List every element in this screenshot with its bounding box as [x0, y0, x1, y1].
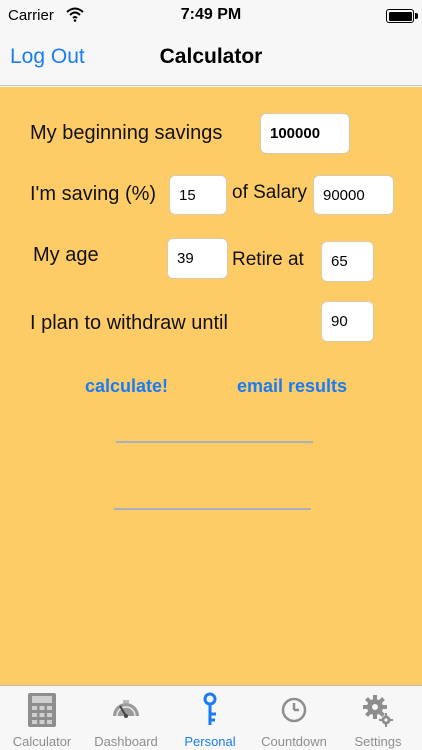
tab-calculator[interactable]: Calculator — [0, 686, 84, 750]
page-title: Calculator — [159, 45, 263, 68]
dashboard-icon — [113, 700, 139, 718]
tab-label-settings: Settings — [354, 734, 402, 749]
tab-label-dashboard: Dashboard — [94, 734, 158, 749]
saving-percent-input[interactable]: 15 — [169, 175, 227, 215]
calculate-button[interactable]: calculate! — [85, 376, 168, 397]
tab-settings[interactable]: Settings — [336, 686, 420, 750]
email-results-button[interactable]: email results — [237, 376, 347, 397]
navigation-bar: Log Out Calculator — [0, 32, 422, 86]
saving-percent-label: I'm saving (%) — [30, 183, 157, 205]
result-line-1 — [116, 441, 313, 443]
age-label: My age — [33, 244, 99, 266]
withdraw-age-input[interactable]: 90 — [321, 301, 374, 342]
battery-icon — [386, 9, 418, 23]
calculator-form: My beginning savings 100000 I'm saving (… — [0, 87, 422, 685]
tab-countdown[interactable]: Countdown — [252, 686, 336, 750]
clock-icon — [281, 697, 307, 723]
withdraw-until-label: I plan to withdraw until — [30, 312, 228, 334]
tab-label-countdown: Countdown — [261, 734, 327, 749]
status-time: 7:49 PM — [180, 6, 242, 23]
status-bar: Carrier 7:49 PM — [0, 0, 422, 32]
tab-personal[interactable]: Personal — [168, 686, 252, 750]
retire-at-label: Retire at — [232, 249, 304, 270]
gear-icon — [363, 695, 393, 727]
calculator-icon — [28, 693, 56, 727]
beginning-savings-input[interactable]: 100000 — [260, 113, 350, 154]
salary-input[interactable]: 90000 — [313, 175, 394, 215]
tab-dashboard[interactable]: Dashboard — [84, 686, 168, 750]
of-salary-label: of Salary — [232, 182, 307, 203]
beginning-savings-label: My beginning savings — [30, 122, 223, 144]
retire-age-input[interactable]: 65 — [321, 241, 374, 282]
age-input[interactable]: 39 — [167, 238, 228, 279]
tab-bar: Calculator Dashboard Personal Countdown — [0, 685, 422, 750]
result-line-2 — [114, 508, 311, 510]
tab-label-personal: Personal — [184, 734, 236, 749]
key-icon — [203, 692, 217, 725]
tab-label-calculator: Calculator — [12, 734, 72, 749]
